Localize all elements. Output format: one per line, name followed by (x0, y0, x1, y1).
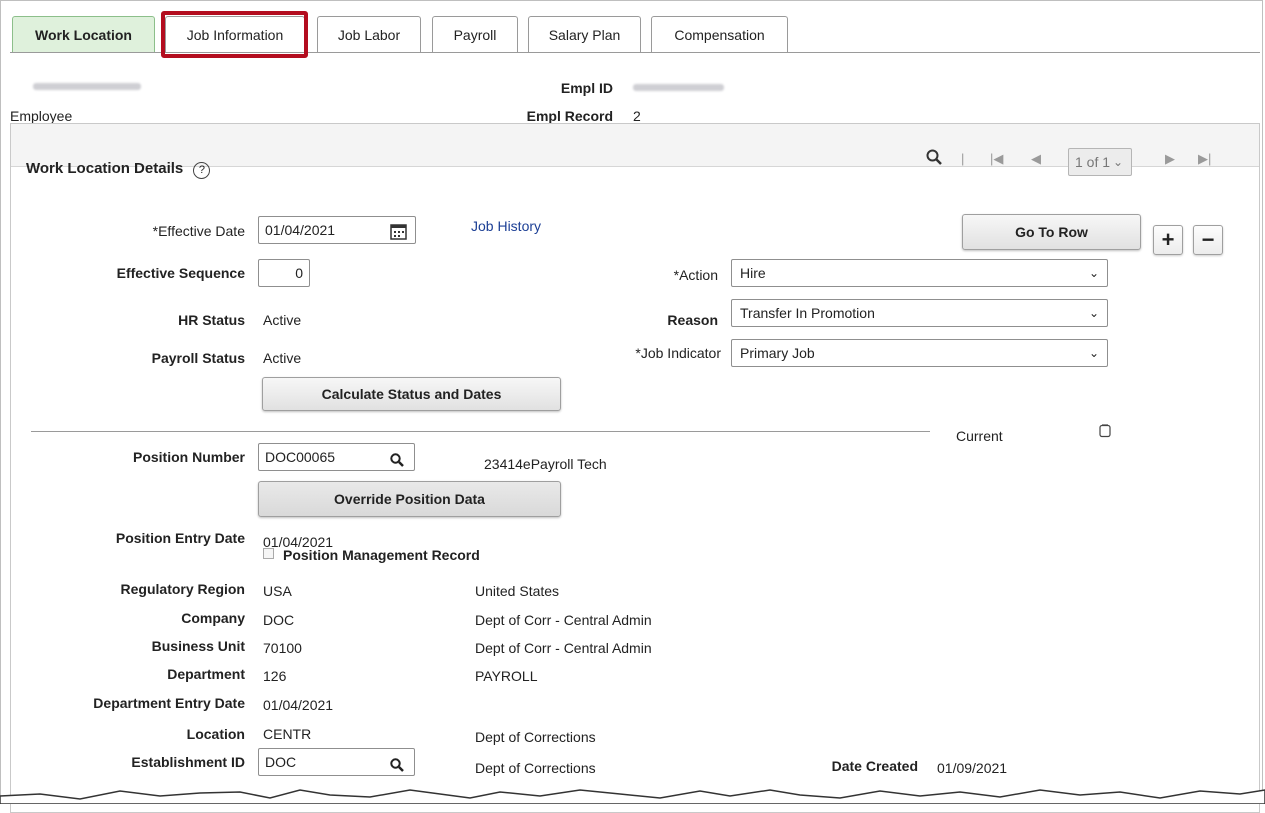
effective-date-input[interactable]: 01/04/2021 (258, 216, 416, 244)
tab-label: Compensation (674, 27, 765, 43)
department-label: Department (167, 666, 245, 682)
job-indicator-select[interactable]: Primary Job ⌄ (731, 339, 1108, 367)
empl-record-value: 2 (633, 108, 641, 124)
company-value: DOC (263, 612, 295, 628)
company-desc: Dept of Corr - Central Admin (475, 612, 652, 628)
section-title-text: Work Location Details (26, 160, 184, 177)
location-label: Location (186, 726, 245, 742)
date-created-value: 01/09/2021 (937, 760, 1008, 776)
tab-work-location[interactable]: Work Location (12, 16, 155, 53)
payroll-status-label: Payroll Status (151, 350, 245, 366)
callout-highlight-box (161, 11, 308, 58)
employee-name-redacted (33, 83, 141, 90)
override-position-button[interactable]: Override Position Data (258, 481, 561, 517)
section-divider (31, 431, 930, 432)
last-page-icon[interactable]: ▶| (1198, 151, 1211, 167)
search-icon[interactable] (926, 149, 942, 168)
chevron-down-icon: ⌄ (1088, 306, 1099, 320)
business-unit-desc: Dept of Corr - Central Admin (475, 640, 652, 656)
chevron-down-icon: ⌄ (1112, 155, 1123, 169)
empl-id-label: Empl ID (560, 80, 613, 96)
pager-value: 1 of 1 (1075, 154, 1111, 170)
location-value: CENTR (263, 726, 312, 742)
position-mgmt-label: Position Management Record (283, 547, 480, 563)
business-unit-label: Business Unit (151, 638, 245, 654)
search-icon[interactable] (390, 754, 404, 780)
chevron-down-icon: ⌄ (1088, 266, 1099, 280)
prev-page-icon[interactable]: ◀ (1031, 151, 1041, 167)
action-label: *Action (673, 267, 718, 283)
employee-label: Employee (10, 108, 73, 124)
establishment-id-desc: Dept of Corrections (475, 760, 596, 776)
effective-date-value: 01/04/2021 (265, 222, 336, 238)
reason-label: Reason (667, 312, 718, 328)
go-to-row-button[interactable]: Go To Row (962, 214, 1141, 250)
minus-icon: − (1201, 227, 1215, 252)
department-value: 126 (263, 668, 287, 684)
torn-edge-decoration (0, 789, 1265, 804)
chevron-down-icon: ⌄ (1088, 346, 1099, 360)
search-icon[interactable] (390, 449, 404, 475)
regulatory-region-desc: United States (475, 583, 560, 599)
regulatory-region-label: Regulatory Region (120, 581, 245, 597)
effective-sequence-label: Effective Sequence (116, 265, 245, 281)
empl-id-redacted (633, 84, 724, 91)
job-indicator-value: Primary Job (740, 345, 815, 361)
tab-job-labor[interactable]: Job Labor (317, 16, 421, 53)
help-icon[interactable]: ? (193, 162, 211, 179)
reason-value: Transfer In Promotion (740, 305, 875, 321)
establishment-id-label: Establishment ID (131, 754, 245, 770)
payroll-status-value: Active (263, 350, 302, 366)
regulatory-region-value: USA (263, 583, 292, 599)
establishment-id-input[interactable]: DOC (258, 748, 415, 776)
position-number-value: DOC00065 (265, 449, 336, 465)
business-unit-value: 70100 (263, 640, 302, 656)
tab-label: Salary Plan (548, 27, 621, 43)
empl-record-label: Empl Record (526, 108, 613, 124)
position-number-label: Position Number (132, 449, 245, 465)
position-description: 23414ePayroll Tech (484, 456, 607, 472)
department-entry-date-label: Department Entry Date (93, 695, 245, 711)
company-label: Company (181, 610, 245, 626)
pager-select[interactable]: 1 of 1 ⌄ (1068, 148, 1132, 176)
first-page-icon[interactable]: |◀ (990, 151, 1003, 167)
current-checkbox-icon[interactable] (1099, 424, 1111, 441)
effective-sequence-input[interactable]: 0 (258, 259, 310, 287)
hr-status-label: HR Status (178, 312, 245, 328)
tab-salary-plan[interactable]: Salary Plan (528, 16, 641, 53)
hr-status-value: Active (263, 312, 302, 328)
pager-separator: | (961, 151, 965, 166)
tab-compensation[interactable]: Compensation (651, 16, 788, 53)
position-mgmt-checkbox[interactable] (263, 548, 274, 559)
tab-payroll[interactable]: Payroll (432, 16, 518, 53)
section-title: Work Location Details ? (26, 160, 211, 179)
plus-icon: + (1161, 227, 1175, 252)
delete-row-button[interactable]: − (1193, 225, 1223, 255)
establishment-id-value: DOC (265, 754, 297, 770)
add-row-button[interactable]: + (1153, 225, 1183, 255)
job-history-link[interactable]: Job History (471, 218, 541, 234)
location-desc: Dept of Corrections (475, 729, 596, 745)
position-entry-date-label: Position Entry Date (115, 530, 245, 546)
tab-label: Work Location (35, 27, 132, 43)
action-value: Hire (740, 265, 766, 281)
department-entry-date-value: 01/04/2021 (263, 697, 334, 713)
current-label: Current (956, 428, 1003, 444)
job-indicator-label: *Job Indicator (635, 345, 721, 361)
effective-date-label: *Effective Date (152, 223, 245, 239)
position-number-input[interactable]: DOC00065 (258, 443, 415, 471)
tab-label: Payroll (453, 27, 497, 43)
date-created-label: Date Created (831, 758, 918, 774)
reason-select[interactable]: Transfer In Promotion ⌄ (731, 299, 1108, 327)
calculate-status-button[interactable]: Calculate Status and Dates (262, 377, 561, 411)
next-page-icon[interactable]: ▶ (1165, 151, 1175, 167)
action-select[interactable]: Hire ⌄ (731, 259, 1108, 287)
tab-label: Job Labor (337, 27, 401, 43)
department-desc: PAYROLL (475, 668, 538, 684)
calendar-icon[interactable] (390, 222, 407, 248)
